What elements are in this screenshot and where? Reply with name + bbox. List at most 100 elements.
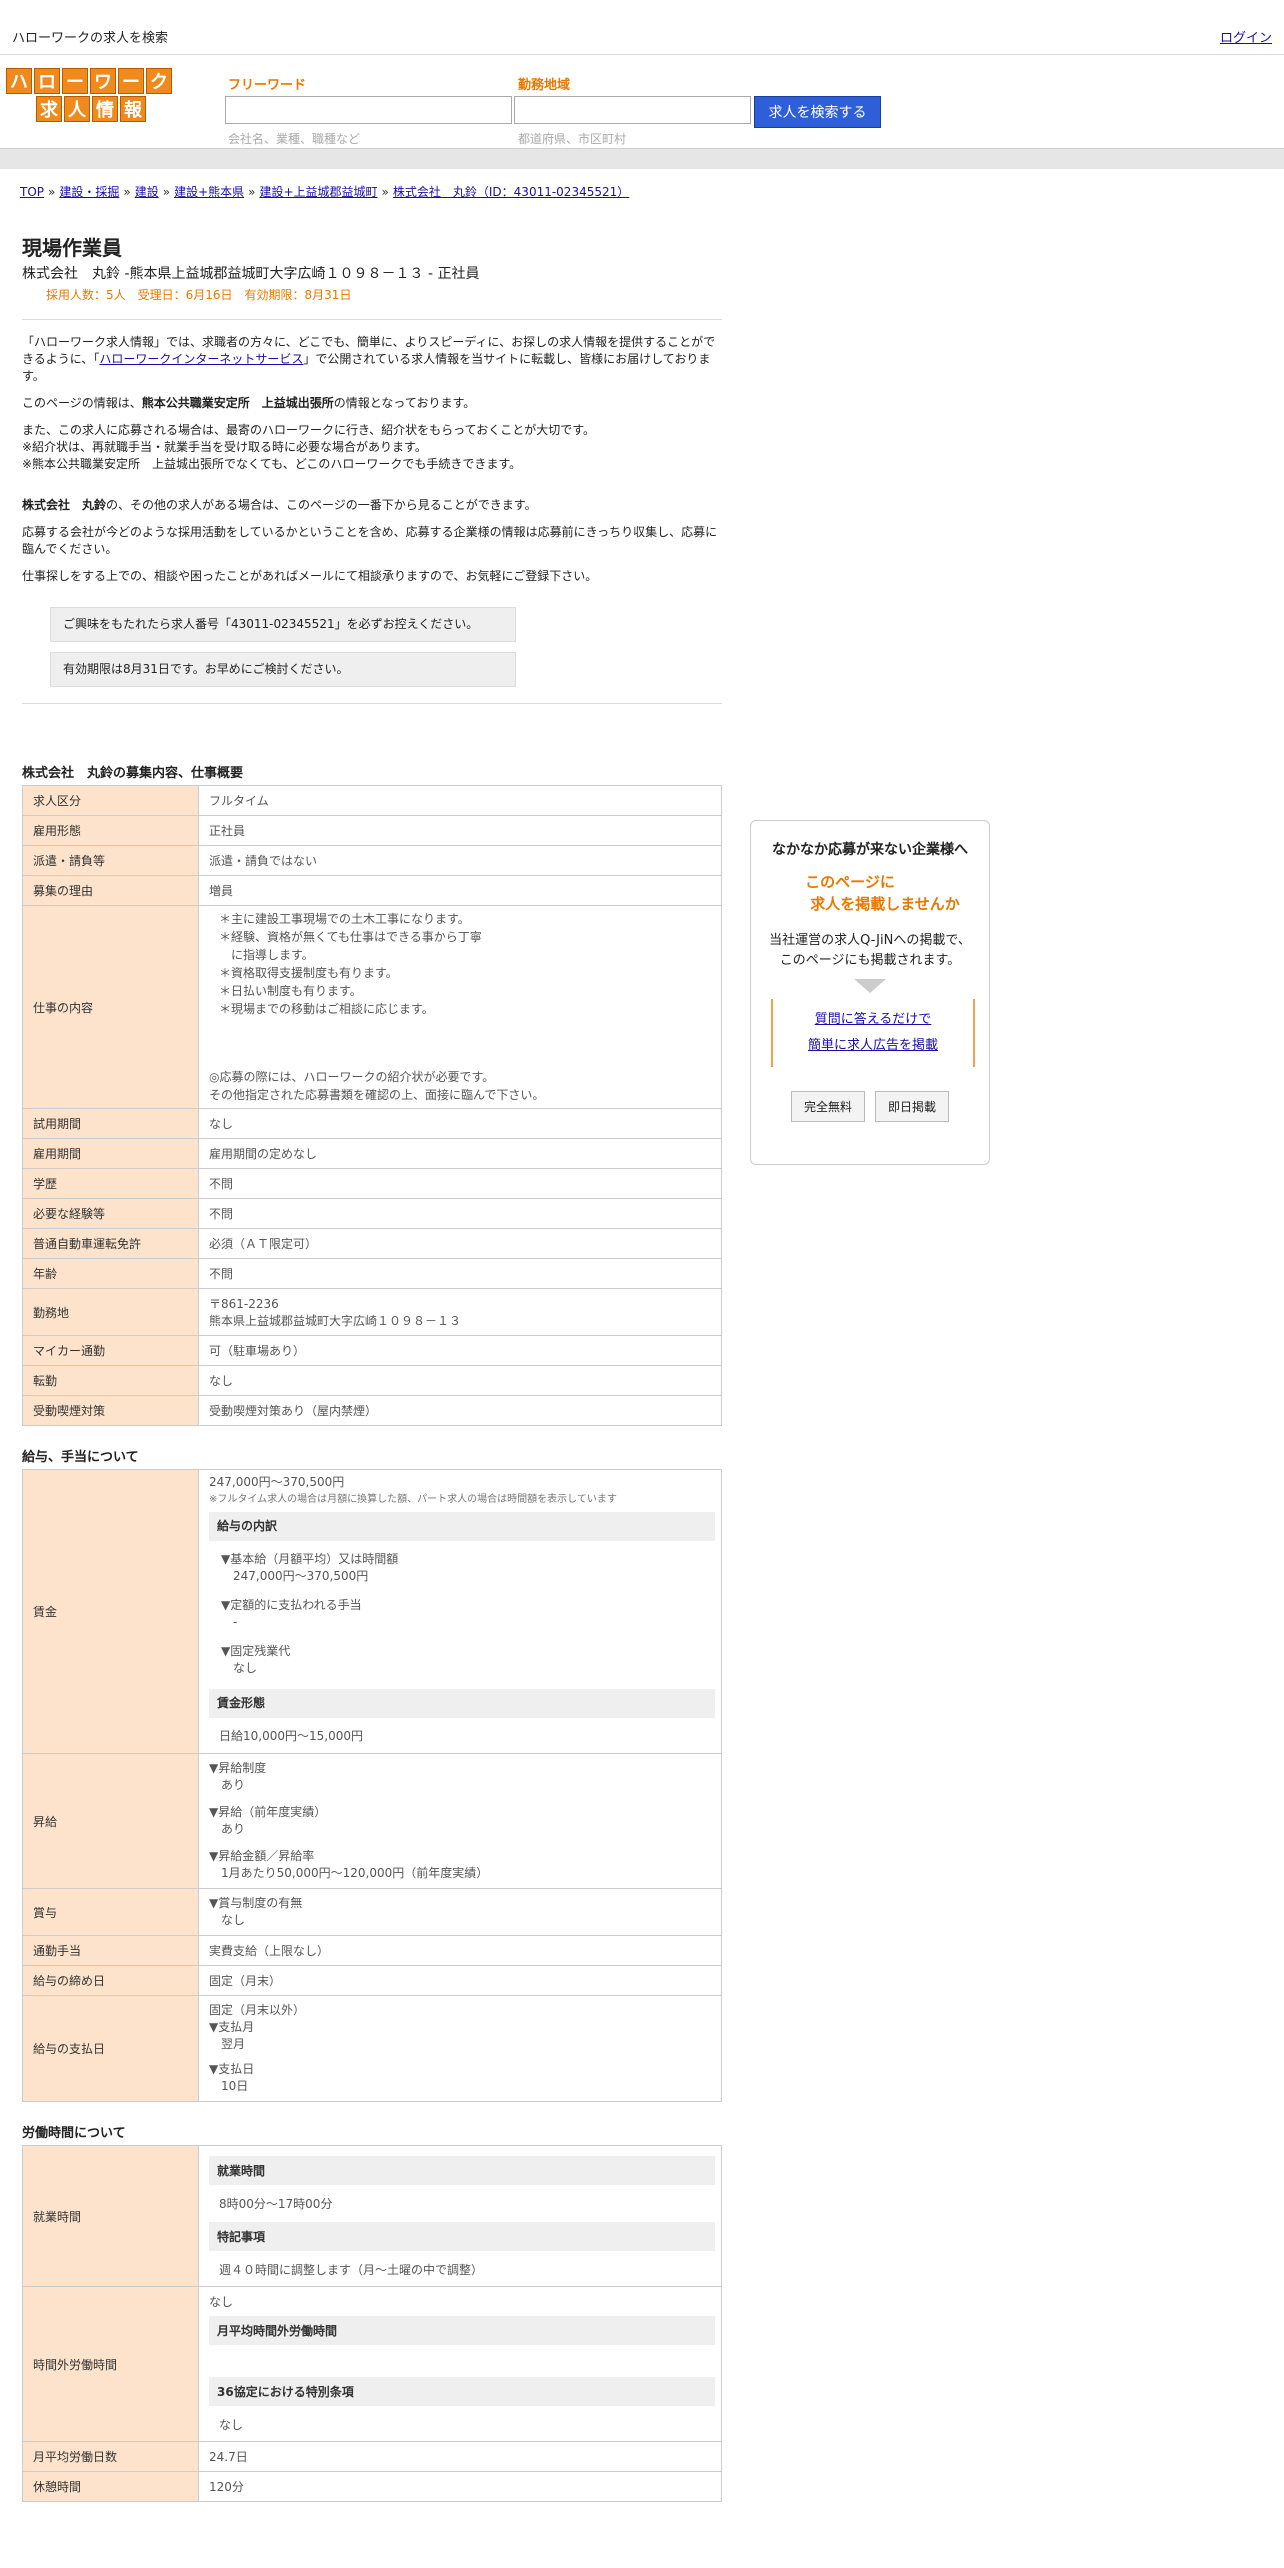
- raise-label: ▼昇給（前年度実績）: [209, 1805, 327, 1819]
- job-title: 現場作業員: [22, 236, 122, 260]
- breadcrumb-link[interactable]: 建設: [135, 185, 159, 199]
- row-label: 仕事の内容: [22, 905, 199, 1109]
- referral-text: また、この求人に応募される場合は、最寄のハローワークに行き、紹介状をもらっておく…: [22, 423, 596, 471]
- table-row: 試用期間 なし: [22, 1108, 722, 1139]
- row-value: 正社員: [198, 815, 722, 846]
- breadcrumb-link[interactable]: 建設+上益城郡益城町: [259, 185, 377, 199]
- row-value: 受動喫煙対策あり（屋内禁煙）: [198, 1395, 722, 1426]
- row-label: 勤務地: [22, 1288, 199, 1336]
- table-row: 通勤手当 実費支給（上限なし）: [22, 1935, 722, 1966]
- work-line: ＊日払い制度も有ります。: [219, 984, 362, 998]
- work-line: に指導します。: [219, 948, 314, 962]
- advertise-box: なかなか応募が来ない企業様へ このページに 求人を掲載しませんか 当社運営の求人Q…: [750, 820, 990, 1165]
- table-row: 雇用形態 正社員: [22, 815, 722, 846]
- logo-tile: ー: [62, 68, 88, 94]
- row-label: 就業時間: [22, 2145, 199, 2287]
- breadcrumb-link[interactable]: 株式会社 丸鈴（ID：43011-02345521）: [393, 185, 629, 199]
- ad-badges: 完全無料 即日掲載: [751, 1091, 989, 1122]
- row-label: マイカー通勤: [22, 1335, 199, 1366]
- table-row: 必要な経験等 不問: [22, 1198, 722, 1229]
- row-value: 雇用期間の定めなし: [198, 1138, 722, 1169]
- table-row: 普通自動車運転免許 必須（ＡＴ限定可）: [22, 1228, 722, 1259]
- table-row: 派遣・請負等 派遣・請負ではない: [22, 845, 722, 876]
- same-day-badge[interactable]: 即日掲載: [875, 1091, 950, 1122]
- section-heading-salary: 給与、手当について: [22, 1450, 139, 1465]
- row-label: 雇用形態: [22, 815, 199, 846]
- row-value: 120分: [198, 2471, 722, 2502]
- search-button[interactable]: 求人を検索する: [754, 96, 881, 128]
- table-row: 求人区分 フルタイム: [22, 785, 722, 816]
- salary-table: 賃金 247,000円〜370,500円 ※フルタイム求人の場合は月額に換算した…: [22, 1469, 722, 2102]
- breadcrumb-separator: »: [248, 185, 256, 199]
- area-input[interactable]: [514, 96, 751, 124]
- breadcrumb-separator: »: [123, 185, 131, 199]
- raise-label: ▼昇給金額／昇給率: [209, 1849, 315, 1863]
- row-label: 必要な経験等: [22, 1198, 199, 1229]
- logo[interactable]: ハローワーク 求人情報: [6, 68, 178, 122]
- section-heading-overview: 株式会社 丸鈴の募集内容、仕事概要: [22, 766, 244, 781]
- table-row: 給与の支払日 固定（月末以外） ▼支払月 翌月 ▼支払日 10日: [22, 1995, 722, 2102]
- job-number-note: ご興味をもたれたら求人番号「43011-02345521」を必ずお控えください。: [50, 607, 516, 642]
- consult-text: 仕事探しをする上での、相談や困ったことがあればメールにて相談承りますので、お気軽…: [22, 569, 598, 583]
- logo-tile: ク: [146, 68, 172, 94]
- row-label: 時間外労働時間: [22, 2286, 199, 2442]
- login-link[interactable]: ログイン: [1220, 27, 1272, 46]
- table-row: 賃金 247,000円〜370,500円 ※フルタイム求人の場合は月額に換算した…: [22, 1469, 722, 1754]
- logo-tile: 報: [120, 96, 146, 122]
- table-row: 就業時間 就業時間 8時00分〜17時00分 特記事項 週４０時間に調整します（…: [22, 2145, 722, 2287]
- row-value: フルタイム: [198, 785, 722, 816]
- job-subtitle: 株式会社 丸鈴 -熊本県上益城郡益城町大字広崎１０９８－１３ - 正社員: [22, 266, 480, 282]
- row-label: 学歴: [22, 1168, 199, 1199]
- row-value: 増員: [198, 875, 722, 906]
- table-row: 仕事の内容 ＊主に建設工事現場での土木工事になります。 ＊経験、資格が無くても仕事…: [22, 905, 722, 1109]
- logo-tile: ロ: [34, 68, 60, 94]
- work-line: ＊現場までの移動はご相談に応じます。: [219, 1002, 434, 1016]
- table-row: 雇用期間 雇用期間の定めなし: [22, 1138, 722, 1169]
- freeword-hint: 会社名、業種、職種など: [228, 132, 361, 146]
- breadcrumb-link[interactable]: 建設+熊本県: [174, 185, 244, 199]
- site-tagline: ハローワークの求人を検索: [12, 31, 169, 46]
- free-badge[interactable]: 完全無料: [790, 1091, 865, 1122]
- section-heading-hours: 労働時間について: [22, 2126, 126, 2141]
- row-value: 24.7日: [198, 2441, 722, 2472]
- work-line: ＊主に建設工事現場での土木工事になります。: [219, 912, 470, 926]
- other-jobs-text: 株式会社 丸鈴の、その他の求人がある場合は、このページの一番下から見ることができ…: [22, 498, 537, 512]
- intro-text: 「ハローワーク求人情報」では、求職者の方々に、どこでも、簡単に、よりスピーディに…: [22, 335, 716, 383]
- breadcrumb: TOP» 建設・採掘» 建設» 建設+熊本県» 建設+上益城郡益城町» 株式会社 丸鈴（I…: [20, 183, 629, 200]
- row-value: 不問: [198, 1258, 722, 1289]
- ad-link[interactable]: 簡単に求人広告を掲載: [808, 1038, 938, 1053]
- ad-heading: なかなか応募が来ない企業様へ: [772, 842, 968, 858]
- freeword-input[interactable]: [225, 96, 512, 124]
- table-row: 月平均労働日数 24.7日: [22, 2441, 722, 2472]
- row-value: ＊主に建設工事現場での土木工事になります。 ＊経験、資格が無くても仕事はできる事か…: [198, 905, 722, 1109]
- work-line: ＊経験、資格が無くても仕事はできる事から丁寧: [219, 930, 482, 944]
- table-row: 受動喫煙対策 受動喫煙対策あり（屋内禁煙）: [22, 1395, 722, 1426]
- breadcrumb-link[interactable]: 建設・採掘: [59, 185, 119, 199]
- row-value: 247,000円〜370,500円 ※フルタイム求人の場合は月額に換算した額、パ…: [198, 1469, 722, 1754]
- row-label: 募集の理由: [22, 875, 199, 906]
- table-row: 学歴 不問: [22, 1168, 722, 1199]
- row-value: 可（駐車場あり）: [198, 1335, 722, 1366]
- row-value: ▼昇給制度 あり ▼昇給（前年度実績） あり ▼昇給金額／昇給率 1月あたり50,000円…: [198, 1753, 722, 1889]
- table-row: 時間外労働時間 なし 月平均時間外労働時間 36協定における特別条項 なし: [22, 2286, 722, 2442]
- row-label: 求人区分: [22, 785, 199, 816]
- breadcrumb-link[interactable]: TOP: [20, 185, 44, 199]
- row-label: 派遣・請負等: [22, 845, 199, 876]
- row-label: 受動喫煙対策: [22, 1395, 199, 1426]
- table-row: 給与の締め日 固定（月末）: [22, 1965, 722, 1996]
- table-row: 転勤 なし: [22, 1365, 722, 1396]
- work-line: ＊資格取得支援制度も有ります。: [219, 966, 398, 980]
- logo-tile: ー: [118, 68, 144, 94]
- raise-label: ▼昇給制度: [209, 1761, 267, 1775]
- overview-table: 求人区分 フルタイム 雇用形態 正社員 派遣・請負等 派遣・請負ではない 募集の理由 増員 仕…: [22, 785, 722, 1426]
- row-label: 賃金: [22, 1469, 199, 1754]
- divider: [22, 703, 722, 704]
- row-label: 給与の締め日: [22, 1965, 199, 1996]
- work-note: ◎応募の際には、ハローワークの紹介状が必要です。: [209, 1070, 495, 1084]
- hellowork-link[interactable]: ハローワークインターネットサービス: [99, 352, 303, 366]
- hours-table: 就業時間 就業時間 8時00分〜17時00分 特記事項 週４０時間に調整します（…: [22, 2145, 722, 2502]
- freeword-label: フリーワード: [228, 78, 307, 93]
- ad-link[interactable]: 質問に答えるだけで: [815, 1012, 932, 1027]
- deadline-note: 有効期限は8月31日です。お早めにご検討ください。: [50, 652, 516, 687]
